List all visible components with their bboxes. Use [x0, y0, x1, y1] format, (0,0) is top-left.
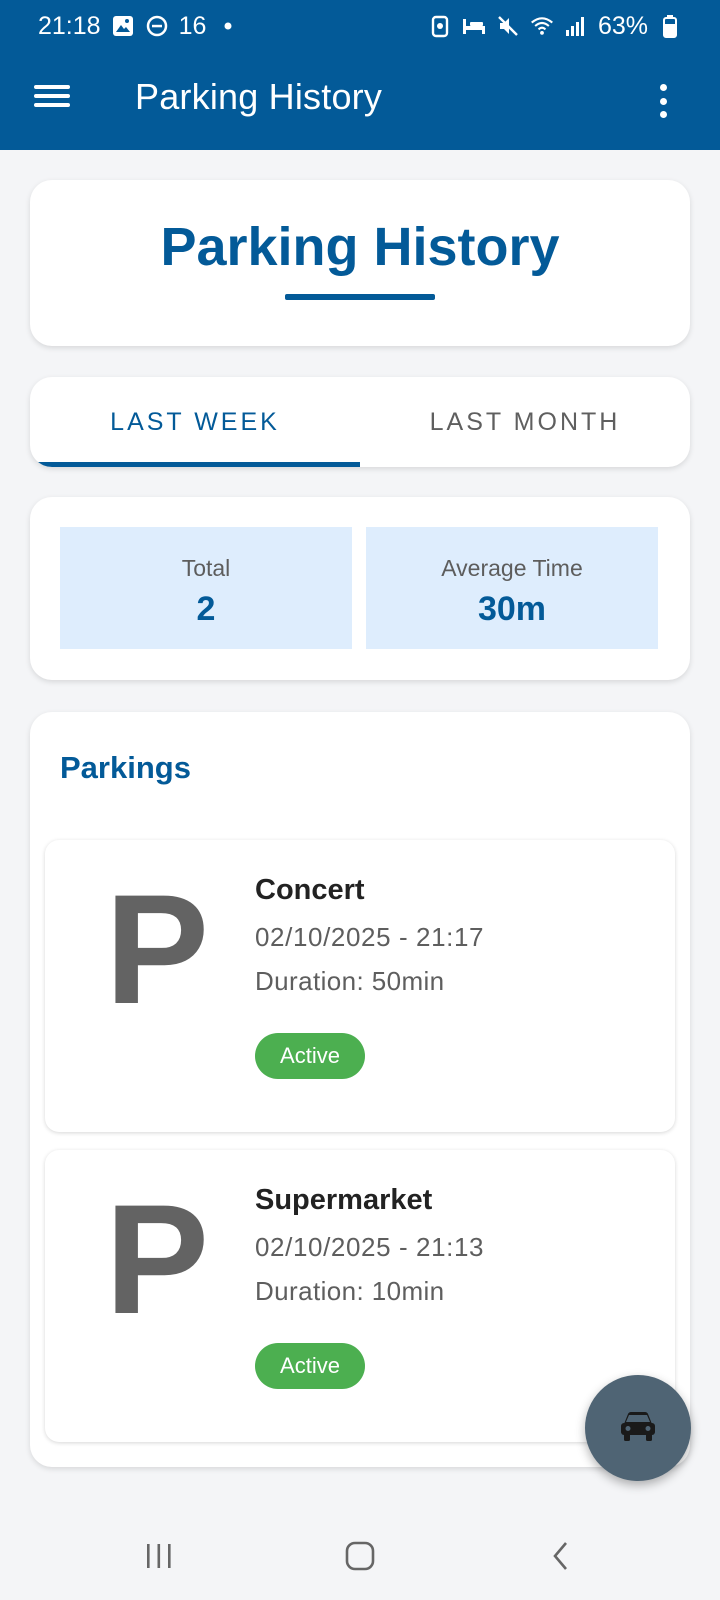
mute-icon	[496, 14, 520, 38]
car-icon	[619, 1409, 657, 1448]
status-left: 21:18 16	[38, 12, 240, 41]
home-icon[interactable]	[335, 1536, 385, 1576]
stat-total-label: Total	[181, 555, 231, 581]
parking-item[interactable]: P Supermarket 02/10/2025 - 21:13 Duratio…	[45, 1150, 675, 1442]
parking-duration: Duration: 50min	[255, 966, 445, 996]
status-badge: Active	[255, 1033, 365, 1079]
wifi-icon	[530, 14, 554, 38]
page-title: Parking History	[160, 217, 560, 277]
app-bar-title: Parking History	[135, 76, 383, 117]
tab-indicator	[30, 462, 360, 467]
notification-dot-icon	[216, 14, 240, 38]
parking-item[interactable]: P Concert 02/10/2025 - 21:17 Duration: 5…	[45, 840, 675, 1132]
period-tabs: LAST WEEK LAST MONTH	[30, 377, 690, 467]
temperature-text: 16	[178, 11, 207, 40]
more-vert-icon[interactable]	[648, 80, 678, 122]
stat-average-label: Average Time	[441, 555, 583, 581]
tab-last-month[interactable]: LAST MONTH	[360, 377, 690, 467]
status-bar: 21:18 16 63%	[0, 0, 720, 52]
tab-last-week[interactable]: LAST WEEK	[30, 377, 360, 467]
sleep-mode-icon	[462, 14, 486, 38]
parking-name: Concert	[255, 874, 365, 906]
stat-total: Total 2	[60, 527, 352, 649]
parking-datetime: 02/10/2025 - 21:13	[255, 1232, 485, 1262]
battery-percent: 63%	[597, 11, 648, 40]
parkings-card: Parkings P Concert 02/10/2025 - 21:17 Du…	[30, 712, 690, 1467]
image-notification-icon	[111, 14, 135, 38]
stats-card: Total 2 Average Time 30m	[30, 497, 690, 680]
signal-icon	[564, 14, 588, 38]
title-underline	[285, 294, 435, 300]
battery-icon	[658, 14, 682, 38]
app-bar: Parking History	[0, 52, 720, 150]
new-parking-fab[interactable]	[585, 1375, 691, 1481]
security-icon	[428, 14, 452, 38]
stat-total-value: 2	[196, 590, 216, 628]
stat-average-value: 30m	[477, 590, 547, 628]
parking-icon: P	[105, 863, 210, 1037]
status-time: 21:18	[38, 11, 101, 40]
parking-icon: P	[105, 1173, 210, 1347]
parking-datetime: 02/10/2025 - 21:17	[255, 922, 485, 952]
status-right: 63%	[428, 12, 682, 41]
stat-average-time: Average Time 30m	[366, 527, 658, 649]
top-app-area: 21:18 16 63% Parking History	[0, 0, 720, 150]
parkings-title: Parkings	[60, 750, 191, 785]
system-navigation-bar	[0, 1508, 720, 1600]
hamburger-menu-icon[interactable]	[32, 80, 72, 120]
header-card: Parking History	[30, 180, 690, 346]
recent-apps-icon[interactable]	[134, 1536, 184, 1576]
back-icon[interactable]	[536, 1536, 586, 1576]
status-badge: Active	[255, 1343, 365, 1389]
parking-duration: Duration: 10min	[255, 1276, 445, 1306]
parking-name: Supermarket	[255, 1184, 433, 1216]
do-not-disturb-icon	[145, 14, 169, 38]
